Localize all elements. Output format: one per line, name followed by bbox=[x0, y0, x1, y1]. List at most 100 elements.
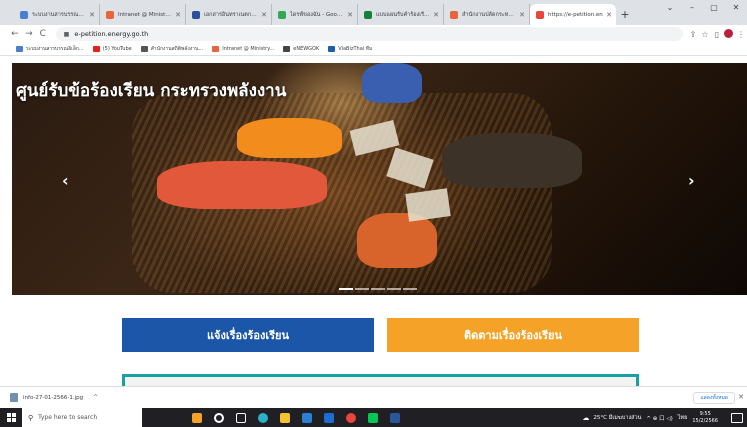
close-downloads-bar-button[interactable]: ✕ bbox=[738, 393, 744, 401]
chrome-icon[interactable] bbox=[340, 408, 362, 427]
download-options-button[interactable]: ^ bbox=[93, 394, 98, 401]
mail-icon[interactable] bbox=[318, 408, 340, 427]
browser-tab[interactable]: Intranet @ Ministry Of✕ bbox=[100, 4, 186, 25]
new-tab-button[interactable]: + bbox=[616, 4, 634, 25]
bookmark-item[interactable]: Intranet @ Ministry... bbox=[212, 46, 274, 52]
system-tray: ☁ 25°C มีเมฆบางส่วน ^ ⊕ 口 ◁) ไทย 9:55 15… bbox=[582, 408, 747, 427]
notification-icon[interactable] bbox=[731, 412, 743, 423]
tab-active[interactable]: https://e-petition.en ✕ bbox=[530, 4, 616, 25]
tab-title: แบบแผนรับคำร้องเรียน bbox=[376, 11, 431, 18]
bookmark-item[interactable]: eNEWGOK bbox=[283, 46, 319, 52]
close-tab-icon[interactable]: ✕ bbox=[89, 11, 95, 19]
word-icon[interactable] bbox=[384, 408, 406, 427]
sidepanel-icon[interactable]: ▯ bbox=[711, 30, 723, 39]
tray-icons[interactable]: ^ ⊕ 口 ◁) bbox=[646, 414, 672, 422]
favicon-icon bbox=[364, 10, 372, 19]
bookmark-favicon-icon bbox=[328, 46, 336, 52]
bookmark-favicon-icon bbox=[283, 46, 291, 52]
taskbar-apps bbox=[186, 408, 406, 427]
tab-search-icon[interactable]: ⌄ bbox=[659, 3, 681, 12]
store-icon[interactable] bbox=[296, 408, 318, 427]
favicon-icon bbox=[450, 10, 458, 19]
carousel-dot[interactable] bbox=[403, 288, 417, 290]
hero-photo-figure bbox=[237, 118, 342, 158]
maximize-button[interactable]: ▢ bbox=[703, 3, 725, 12]
bookmark-label: ViaBizThai ทีม bbox=[338, 46, 373, 52]
weather-text[interactable]: 25°C มีเมฆบางส่วน bbox=[593, 414, 641, 422]
language-indicator[interactable]: ไทย bbox=[678, 414, 688, 422]
tab-title: ระบบงานสารบรรณอิเล็กฯ bbox=[32, 11, 86, 18]
share-icon[interactable]: ⇪ bbox=[687, 30, 699, 39]
line-icon[interactable] bbox=[362, 408, 384, 427]
avatar[interactable] bbox=[724, 28, 734, 38]
windows-icon bbox=[6, 413, 16, 422]
weather-icon[interactable]: ☁ bbox=[582, 414, 589, 422]
bookmark-item[interactable]: (5) YouTube bbox=[92, 46, 132, 52]
address-bar[interactable]: ■ e-petition.energy.go.th bbox=[55, 27, 683, 41]
toolbar-actions: ⇪ ☆ ▯ ⋮ bbox=[687, 28, 747, 40]
bookmark-label: (5) YouTube bbox=[102, 46, 132, 52]
minimize-button[interactable]: – bbox=[681, 3, 703, 12]
hero-photo-figure bbox=[157, 161, 327, 209]
bookmark-favicon-icon bbox=[140, 46, 148, 52]
window-controls: ⌄ – ▢ ✕ bbox=[659, 3, 747, 12]
browser-tab[interactable]: สำนักงานปลัดกระทรวง ✕ bbox=[444, 4, 530, 25]
close-tab-icon[interactable]: ✕ bbox=[175, 11, 181, 19]
back-button[interactable]: ← bbox=[8, 29, 22, 39]
bookmark-item[interactable]: ระบบงานสารบรรณอิเล็ก... bbox=[16, 45, 84, 53]
report-complaint-button[interactable]: แจ้งเรื่องร้องเรียน bbox=[122, 318, 374, 352]
browser-tab[interactable]: แบบแผนรับคำร้องเรียน ✕ bbox=[358, 4, 444, 25]
bookmarks-bar: ระบบงานสารบรรณอิเล็ก... (5) YouTube สำนักง… bbox=[0, 43, 747, 56]
edge-icon[interactable] bbox=[252, 408, 274, 427]
bookmark-label: Intranet @ Ministry... bbox=[222, 46, 275, 52]
content-panel bbox=[122, 374, 639, 386]
carousel-prev-button[interactable]: ‹ bbox=[62, 171, 69, 190]
favicon-icon bbox=[536, 10, 544, 19]
carousel-dot[interactable] bbox=[355, 288, 369, 290]
bookmark-favicon-icon bbox=[92, 46, 100, 52]
profile-icon[interactable] bbox=[723, 28, 735, 40]
clock-date: 15/2/2566 bbox=[692, 417, 718, 424]
close-tab-icon[interactable]: ✕ bbox=[261, 11, 267, 19]
start-button[interactable] bbox=[0, 408, 22, 427]
download-item[interactable]: info-27-01-2566-1.jpg bbox=[23, 395, 83, 401]
file-explorer-icon[interactable] bbox=[274, 408, 296, 427]
browser-tab[interactable]: ไดรฟ์ของฉัน - Google ไดรฟ์✕ bbox=[272, 4, 358, 25]
show-all-downloads-button[interactable]: แสดงทั้งหมด bbox=[693, 392, 735, 404]
task-view-icon[interactable] bbox=[230, 408, 252, 427]
close-tab-icon[interactable]: ✕ bbox=[519, 11, 525, 19]
cortana-icon[interactable] bbox=[208, 408, 230, 427]
forward-button[interactable]: → bbox=[22, 29, 36, 39]
carousel-dot[interactable] bbox=[339, 288, 353, 290]
menu-icon[interactable]: ⋮ bbox=[735, 30, 747, 39]
track-complaint-button[interactable]: ติดตามเรื่องร้องเรียน bbox=[387, 318, 639, 352]
lock-icon[interactable]: ■ bbox=[64, 31, 70, 38]
bookmark-item[interactable]: สำนักงานสถิติพลังงาน... bbox=[140, 45, 203, 53]
carousel-dot[interactable] bbox=[387, 288, 401, 290]
close-tab-icon[interactable]: ✕ bbox=[606, 11, 612, 19]
carousel-dot[interactable] bbox=[371, 288, 385, 290]
page-title: ศูนย์รับข้อร้องเรียน กระทรวงพลังงาน bbox=[16, 81, 287, 101]
search-placeholder: Type here to search bbox=[38, 414, 98, 421]
reload-button[interactable]: C bbox=[36, 29, 50, 39]
hero-carousel: ศูนย์รับข้อร้องเรียน กระทรวงพลังงาน ‹ › bbox=[12, 63, 747, 295]
close-tab-icon[interactable]: ✕ bbox=[433, 11, 439, 19]
clock[interactable]: 9:55 15/2/2566 bbox=[692, 411, 723, 425]
bookmark-label: eNEWGOK bbox=[293, 46, 320, 52]
url-text: e-petition.energy.go.th bbox=[74, 30, 149, 38]
hero-photo-figure bbox=[442, 133, 582, 188]
browser-tab[interactable]: ระบบงานสารบรรณอิเล็กฯ✕ bbox=[14, 4, 100, 25]
bookmark-item[interactable]: ViaBizThai ทีม bbox=[328, 45, 372, 53]
close-window-button[interactable]: ✕ bbox=[725, 3, 747, 12]
tab-strip: ระบบงานสารบรรณอิเล็กฯ✕Intranet @ Ministr… bbox=[0, 0, 747, 25]
hero-photo-paper bbox=[405, 188, 451, 222]
favicon-icon bbox=[192, 10, 200, 19]
browser-tab[interactable]: เอกสารอินทราเนตกระทรวง✕ bbox=[186, 4, 272, 25]
star-icon[interactable]: ☆ bbox=[699, 30, 711, 39]
hero-photo-figure bbox=[362, 63, 422, 103]
carousel-next-button[interactable]: › bbox=[688, 171, 695, 190]
close-tab-icon[interactable]: ✕ bbox=[347, 11, 353, 19]
taskbar-search[interactable]: ⚲ Type here to search bbox=[22, 408, 142, 427]
widgets-icon[interactable] bbox=[186, 408, 208, 427]
page-viewport: ศูนย์รับข้อร้องเรียน กระทรวงพลังงาน ‹ › … bbox=[0, 56, 747, 386]
